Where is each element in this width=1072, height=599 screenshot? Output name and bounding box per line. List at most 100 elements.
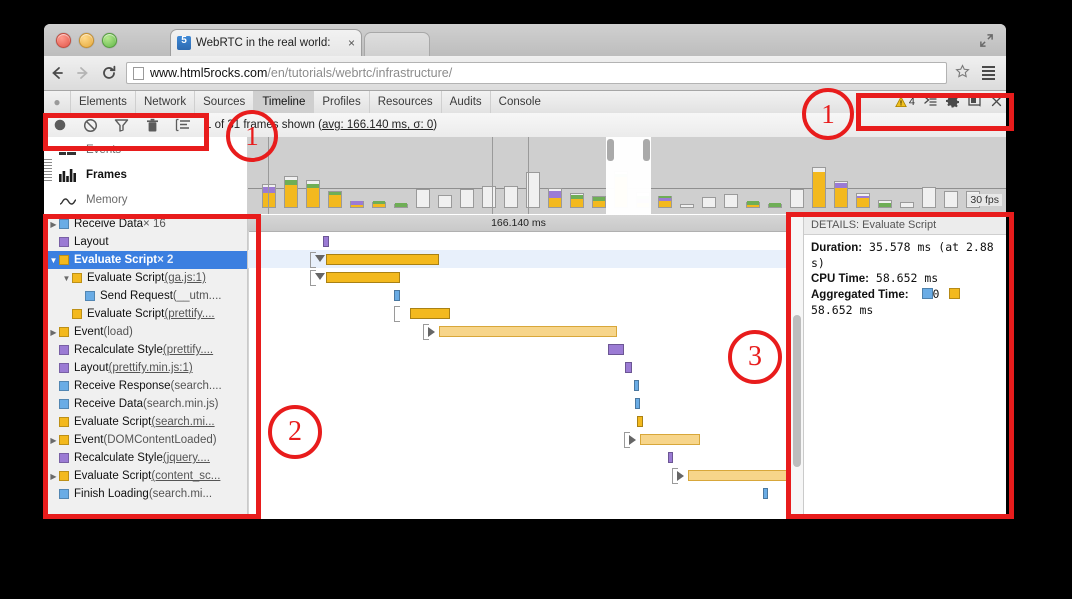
overview-frame-bar[interactable] [394,204,408,208]
close-icon[interactable]: × [348,36,355,50]
waterfall-row[interactable] [248,304,789,322]
waterfall-row[interactable] [248,466,789,484]
waterfall-disclosure-right-icon[interactable] [677,471,684,481]
overview-resize-grip[interactable] [44,159,52,181]
waterfall-bar[interactable] [625,362,632,373]
waterfall-bar[interactable] [326,272,400,283]
overview-frame-bar[interactable] [680,204,694,208]
waterfall-bar[interactable] [608,344,624,355]
browser-tab[interactable]: WebRTC in the real world: × [170,29,362,56]
address-bar[interactable]: www.html5rocks.com/en/tutorials/webrtc/i… [126,62,947,84]
overview-selection-handle-left[interactable] [607,139,614,161]
tab-timeline[interactable]: Timeline [253,91,313,113]
waterfall-bar[interactable] [635,398,640,409]
waterfall-bar[interactable] [410,308,450,319]
annotation-box-toolbar-right [856,93,1014,131]
waterfall-row[interactable] [248,286,789,304]
waterfall-bar[interactable] [763,488,768,499]
waterfall-bar[interactable] [439,326,617,337]
overview-frame-bar[interactable] [702,197,716,208]
overview-mode-frames[interactable]: Frames [44,162,247,187]
tab-audits[interactable]: Audits [441,91,490,113]
overview-frame-bar[interactable] [328,191,342,208]
waterfall-row[interactable] [248,430,789,448]
waterfall-row[interactable] [248,412,789,430]
waterfall-disclosure-down-icon[interactable] [315,255,325,262]
overview-frame-bar[interactable] [262,184,276,208]
overview-frame-bar[interactable] [834,181,848,208]
overview-frame-bar[interactable] [790,189,804,208]
overview-frame-bar[interactable] [900,202,914,208]
maximize-window-button[interactable] [102,33,117,48]
overview-frame-bar[interactable] [724,194,738,208]
overview-frame-bar[interactable] [812,167,826,208]
hamburger-icon[interactable] [976,60,1000,86]
waterfall-bar[interactable] [634,380,639,391]
overview-frame-bar[interactable] [944,191,958,208]
waterfall-row[interactable] [248,376,789,394]
waterfall-panel: 166.140 ms [248,215,789,519]
waterfall-row[interactable] [248,322,789,340]
waterfall-rows[interactable] [248,232,789,519]
overview-frame-bar[interactable] [548,188,562,208]
new-tab-button[interactable] [364,32,430,57]
waterfall-row[interactable] [248,340,789,358]
overview-frame-bar[interactable] [768,204,782,208]
waterfall-bar[interactable] [668,452,673,463]
arrow-left-icon[interactable] [44,60,70,86]
tab-resources[interactable]: Resources [369,91,441,113]
overview-frame-bar[interactable] [658,196,672,208]
arrow-right-icon[interactable] [70,60,96,86]
overview-frame-bar[interactable] [372,202,386,208]
tab-profiles[interactable]: Profiles [313,91,368,113]
overview-frame-bar[interactable] [592,196,606,208]
overview-frame-bar[interactable] [306,180,320,208]
overview-frame-bar[interactable] [350,201,364,208]
waterfall-disclosure-right-icon[interactable] [428,327,435,337]
tab-sources[interactable]: Sources [194,91,253,113]
waterfall-bar[interactable] [688,470,789,481]
minimize-window-button[interactable] [79,33,94,48]
waterfall-row[interactable] [248,484,789,502]
overview-frame-bar[interactable] [482,186,496,208]
screenshot-stage: WebRTC in the real world: × www.html5roc… [0,0,1072,599]
overview-frame-bar[interactable] [416,189,430,208]
tab-elements[interactable]: Elements [70,91,135,113]
waterfall-row[interactable] [248,358,789,376]
inspect-icon[interactable]: ● [44,95,70,109]
status-average-link[interactable]: avg: 166.140 ms, σ: 0 [322,119,433,131]
overview-frame-bar[interactable] [746,202,760,208]
reload-icon[interactable] [96,60,122,86]
overview-frame-bar[interactable] [504,186,518,208]
overview-frame-segment-rendering [351,201,363,204]
waterfall-bar[interactable] [323,236,329,247]
overview-mode-label: Frames [86,169,127,181]
overview-selection-handle-right[interactable] [643,139,650,161]
waterfall-disclosure-down-icon[interactable] [315,273,325,280]
waterfall-bar[interactable] [637,416,643,427]
waterfall-row[interactable] [248,268,789,286]
waterfall-row[interactable] [248,250,789,268]
waterfall-bar[interactable] [326,254,439,265]
overview-frame-bar[interactable] [856,193,870,208]
star-icon[interactable] [955,64,970,82]
overview-frame-bar[interactable] [438,195,452,208]
waterfall-bar[interactable] [394,290,400,301]
overview-mode-memory[interactable]: Memory [44,187,247,212]
overview-frame-bar[interactable] [878,200,892,208]
waterfall-bar[interactable] [640,434,700,445]
overview-frame-segment-scripting [571,199,583,207]
frames-overview-chart[interactable]: 30 fps [248,137,1006,214]
waterfall-disclosure-right-icon[interactable] [629,435,636,445]
waterfall-row[interactable] [248,232,789,250]
overview-frame-bar[interactable] [460,189,474,208]
overview-frame-bar[interactable] [570,193,584,208]
expand-arrows-icon[interactable] [979,33,994,48]
overview-frame-bar[interactable] [284,176,298,208]
waterfall-row[interactable] [248,448,789,466]
waterfall-row[interactable] [248,394,789,412]
close-window-button[interactable] [56,33,71,48]
tab-network[interactable]: Network [135,91,194,113]
tab-console[interactable]: Console [490,91,549,113]
overview-frame-bar[interactable] [922,187,936,208]
